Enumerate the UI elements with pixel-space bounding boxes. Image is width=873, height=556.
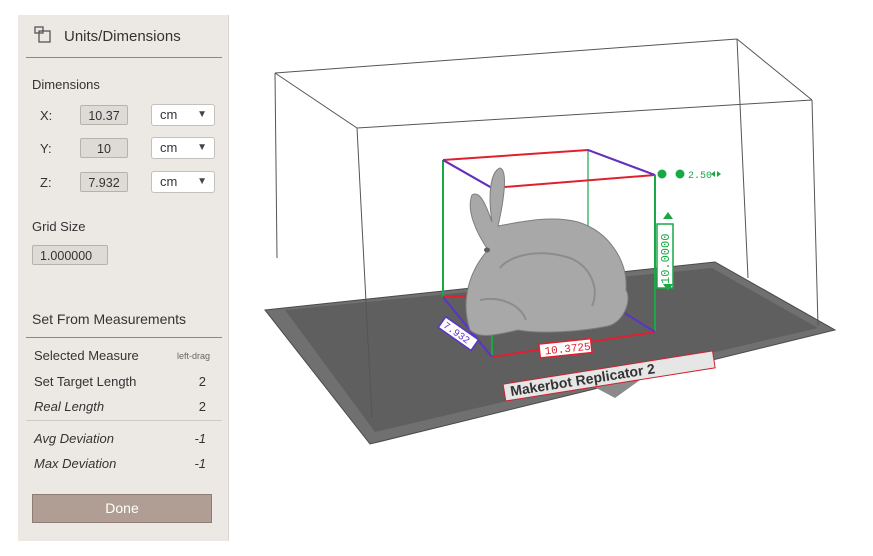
dim-y-label: Y: [40, 141, 52, 156]
measurements-divider [26, 337, 222, 338]
grid-size-label: Grid Size [32, 219, 86, 234]
dim-x-label: X: [40, 108, 53, 123]
dimensions-heading: Dimensions [32, 77, 100, 92]
done-button[interactable]: Done [32, 494, 212, 523]
panel-title: Units/Dimensions [64, 28, 181, 45]
dim-x-unit-value: cm [160, 107, 178, 122]
svg-text:2.50: 2.50 [688, 171, 712, 182]
scene-svg[interactable]: Makerbot Replicator 2 10.3725 7.932 10.0… [232, 0, 873, 556]
real-length-label: Real Length [34, 399, 105, 414]
dim-y-field[interactable]: 10 [80, 138, 128, 158]
dim-x-field[interactable]: 10.37 [80, 105, 128, 125]
real-length-value: 2 [198, 399, 206, 414]
dim-z-unit-value: cm [160, 174, 178, 189]
dropdown-arrow-icon: ▼ [197, 176, 207, 187]
set-target-length-value[interactable]: 2 [199, 374, 206, 389]
dim-z-label: Z: [40, 175, 52, 190]
selected-measure-value: left-drag [176, 351, 210, 361]
avg-deviation-label: Avg Deviation [34, 431, 114, 446]
dropdown-arrow-icon: ▼ [197, 109, 207, 120]
set-from-measurements-label: Set From Measurements [32, 311, 187, 327]
avg-deviation-value: -1 [194, 431, 206, 446]
window-icon [34, 26, 51, 43]
selected-measure-label: Selected Measure [34, 348, 139, 363]
3d-viewport[interactable]: Makerbot Replicator 2 10.3725 7.932 10.0… [232, 0, 873, 556]
bunny-model[interactable] [465, 167, 629, 336]
max-deviation-value: -1 [194, 456, 206, 471]
svg-text:10.0000: 10.0000 [659, 234, 673, 284]
deviation-divider [26, 420, 222, 421]
dim-z-tag[interactable]: 10.0000 [656, 223, 674, 289]
dim-y-unit-value: cm [160, 140, 178, 155]
set-target-length-label: Set Target Length [34, 374, 137, 389]
header-divider [26, 57, 222, 58]
dim-y-unit-select[interactable]: cm ▼ [151, 137, 215, 159]
units-dimensions-panel: Units/Dimensions Dimensions X: 10.37 cm … [18, 15, 229, 541]
dim-z-field[interactable]: 7.932 [80, 172, 128, 192]
dim-z-unit-select[interactable]: cm ▼ [151, 171, 215, 193]
max-deviation-label: Max Deviation [34, 456, 117, 471]
grid-size-field[interactable]: 1.000000 [32, 245, 108, 265]
grid-size-handle[interactable]: 2.50 [657, 169, 722, 183]
dropdown-arrow-icon: ▼ [197, 142, 207, 153]
panel-header: Units/Dimensions [18, 15, 228, 57]
dim-x-unit-select[interactable]: cm ▼ [151, 104, 215, 126]
